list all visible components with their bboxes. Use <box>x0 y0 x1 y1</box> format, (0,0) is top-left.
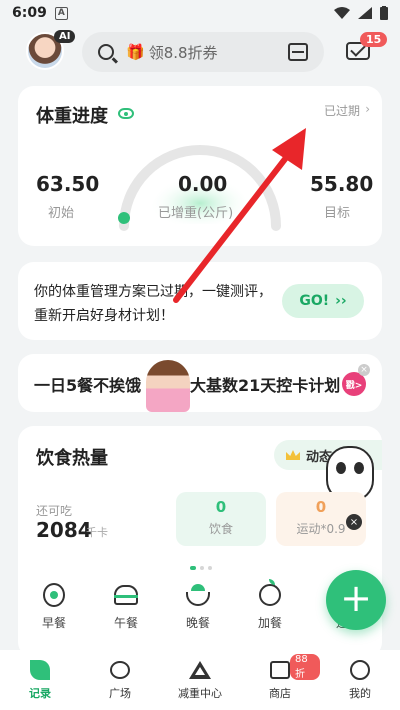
banner-left-text: 一日5餐不挨饿 <box>34 376 142 395</box>
eye-icon[interactable] <box>118 108 134 119</box>
tab-label: 商店 <box>269 687 291 700</box>
tab-weight-center[interactable]: 减重中心 <box>160 650 240 710</box>
promo-banner[interactable]: 一日5餐不挨饿 大基数21天控卡计划 戳> × <box>18 354 382 412</box>
tab-label: 我的 <box>349 687 371 700</box>
status-icons <box>334 6 388 20</box>
initial-weight-label: 初始 <box>48 206 75 221</box>
mail-count-badge: 15 <box>360 32 388 47</box>
initial-weight-value: 63.50 <box>36 172 100 196</box>
tab-label: 记录 <box>29 687 51 700</box>
remaining-label: 还可吃 <box>36 504 73 518</box>
add-record-button[interactable]: + <box>326 570 386 630</box>
face-icon <box>350 660 370 680</box>
double-chevron-icon: ›› <box>335 293 347 309</box>
apple-icon <box>259 579 281 606</box>
diet-card-title: 饮食热量 <box>36 448 108 469</box>
notification-icon: A <box>54 6 68 20</box>
bottom-tab-bar: 记录 广场 减重中心 商店 88折 我的 <box>0 650 400 710</box>
shop-icon <box>270 661 290 679</box>
meal-label: 加餐 <box>257 616 282 630</box>
tab-square[interactable]: 广场 <box>80 650 160 710</box>
target-weight-label: 目标 <box>324 206 351 221</box>
meal-breakfast[interactable]: 早餐 <box>18 582 90 631</box>
burger-icon <box>114 585 138 605</box>
search-icon <box>98 44 114 60</box>
wifi-icon <box>334 7 350 19</box>
chevron-right-icon[interactable]: › <box>365 102 370 116</box>
close-icon[interactable]: × <box>358 364 370 376</box>
meal-label: 晚餐 <box>185 616 210 630</box>
remaining-unit: 千卡 <box>86 526 108 539</box>
ai-badge[interactable]: AI <box>54 30 76 43</box>
meal-dinner[interactable]: 晚餐 <box>162 582 234 631</box>
page-dot <box>208 566 212 570</box>
banner-girl-illustration <box>146 360 190 412</box>
banner-right-text: 大基数21天控卡计划 <box>190 376 341 395</box>
plan-expired-card[interactable]: 你的体重管理方案已过期，一键测评，重新开启好身材计划！ GO! ›› <box>18 262 382 340</box>
gauge-start-dot <box>118 212 130 224</box>
diet-calories-card[interactable]: 饮食热量 动态 还可吃 2084 千卡 0 饮食 0 运动*0.9 × 早餐 午… <box>18 426 382 658</box>
go-button[interactable]: GO! ›› <box>282 284 364 318</box>
remaining-calories-value: 2084 <box>36 518 92 542</box>
shop-discount-badge: 88折 <box>290 654 320 680</box>
leaf-icon <box>30 660 50 680</box>
food-label: 饮食 <box>208 522 233 536</box>
scan-icon[interactable] <box>288 43 308 61</box>
tab-label: 减重中心 <box>178 687 222 700</box>
search-bar[interactable]: 🎁 领8.8折券 <box>82 32 324 72</box>
expired-link[interactable]: 已过期 <box>324 102 360 119</box>
tab-mine[interactable]: 我的 <box>320 650 400 710</box>
go-label: GO! <box>299 293 330 309</box>
weight-card-title: 体重进度 <box>36 106 108 127</box>
food-stat-box[interactable]: 0 饮食 <box>176 492 266 546</box>
meal-snack[interactable]: 加餐 <box>234 579 306 631</box>
tab-label: 广场 <box>109 687 131 700</box>
page-dot <box>200 566 204 570</box>
tab-record[interactable]: 记录 <box>0 650 80 710</box>
signal-icon <box>358 7 372 19</box>
gained-weight-label: 已增重(公斤) <box>158 206 234 221</box>
crown-icon <box>286 450 300 460</box>
status-time: 6:09 <box>12 5 47 21</box>
close-icon[interactable]: × <box>346 514 362 530</box>
egg-icon <box>43 583 65 607</box>
planet-icon <box>110 661 130 679</box>
food-value: 0 <box>215 498 227 516</box>
bowl-icon <box>186 584 210 606</box>
target-weight-value: 55.80 <box>310 172 374 196</box>
battery-icon <box>380 6 388 20</box>
triangle-icon <box>189 661 211 679</box>
meal-label: 早餐 <box>41 616 66 630</box>
gift-icon: 🎁 <box>126 43 145 61</box>
gained-weight-value: 0.00 <box>178 172 228 196</box>
plan-expired-message: 你的体重管理方案已过期，一键测评，重新开启好身材计划！ <box>34 284 272 324</box>
page-dot-active <box>190 566 196 570</box>
search-placeholder: 领8.8折券 <box>148 43 218 62</box>
top-header: AI 🎁 领8.8折券 15 <box>0 30 400 76</box>
page-indicator <box>190 566 212 570</box>
weight-progress-card[interactable]: 体重进度 已过期 › 63.50 初始 0.00 已增重(公斤) 55.80 目… <box>18 86 382 246</box>
tab-shop[interactable]: 商店 88折 <box>240 650 320 710</box>
status-bar: 6:09 A <box>0 0 400 26</box>
meal-lunch[interactable]: 午餐 <box>90 582 162 631</box>
meal-label: 午餐 <box>113 616 138 630</box>
